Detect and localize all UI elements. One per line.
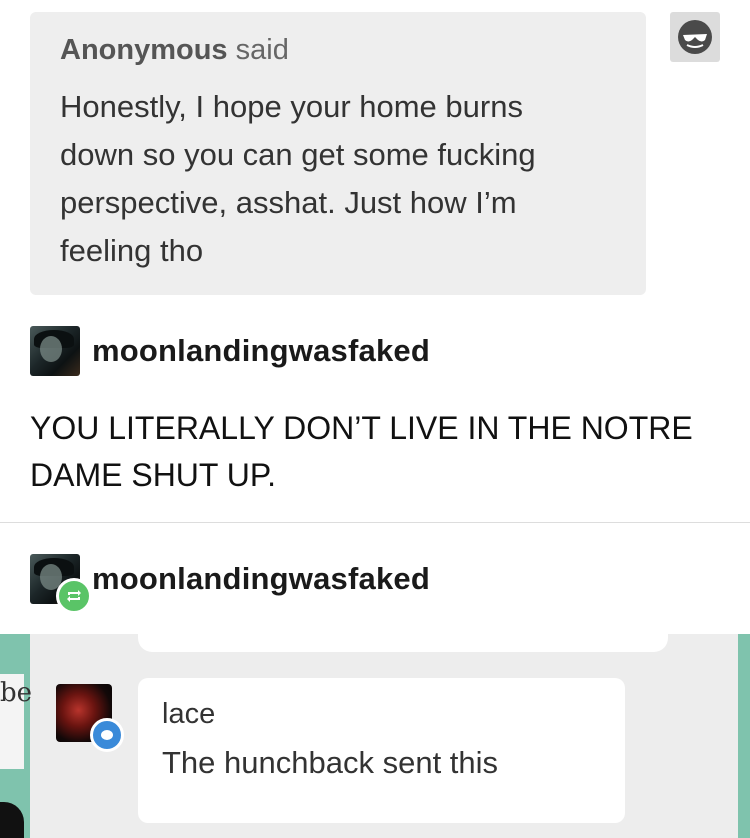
embedded-previous-message xyxy=(138,634,668,652)
post-divider xyxy=(0,522,750,523)
embedded-message-card: lace The hunchback sent this xyxy=(138,678,625,823)
reblog-username[interactable]: moonlandingwasfaked xyxy=(92,561,430,597)
embedded-left-edge: be xyxy=(0,634,33,838)
reblog-icon xyxy=(67,590,81,602)
ask-question-text: Honestly, I hope your home burns down so… xyxy=(60,89,536,268)
ask-box: Anonymous said Honestly, I hope your hom… xyxy=(30,12,646,295)
embedded-edge-text: be xyxy=(0,678,33,708)
embedded-message-text: The hunchback sent this xyxy=(162,745,499,780)
answer-text: YOU LITERALLY DON’T LIVE IN THE NOTRE DA… xyxy=(30,410,693,493)
reblog-badge xyxy=(56,578,92,614)
embedded-sender-name: lace xyxy=(162,698,216,730)
message-bubble-icon xyxy=(90,718,124,752)
ask-header: Anonymous said xyxy=(60,34,616,67)
ask-said-label: said xyxy=(235,34,289,66)
answer-username[interactable]: moonlandingwasfaked xyxy=(92,333,430,369)
embedded-right-edge xyxy=(738,634,750,838)
sunglasses-face-icon xyxy=(678,20,712,54)
asker-name: Anonymous xyxy=(60,34,228,66)
anonymous-avatar[interactable] xyxy=(670,12,720,62)
embedded-screenshot: be lace The hunchback sent this xyxy=(0,634,750,838)
user-avatar[interactable] xyxy=(30,326,80,376)
